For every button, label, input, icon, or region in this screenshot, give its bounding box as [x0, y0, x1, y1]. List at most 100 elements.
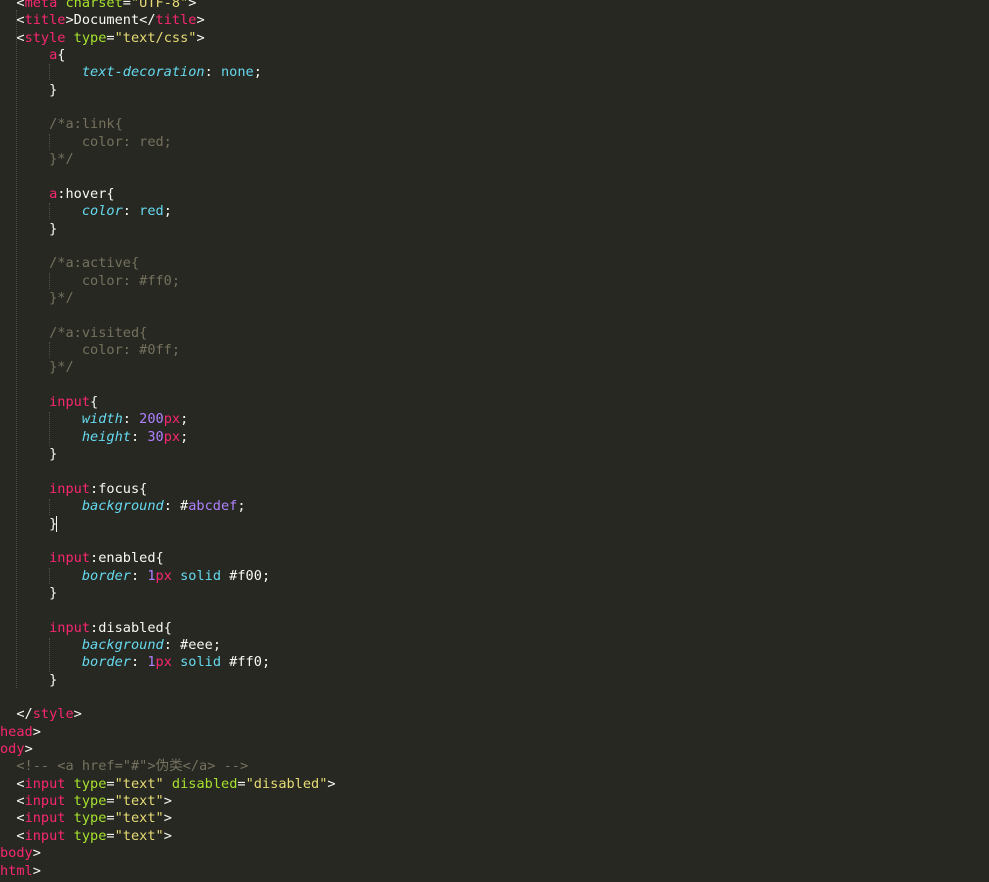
code-token: red: [139, 203, 164, 220]
code-line[interactable]: }: [0, 515, 58, 533]
code-token: =: [106, 29, 115, 46]
code-line[interactable]: <!-- <a href="#">伪类</a> -->: [0, 758, 248, 775]
code-token: "text": [114, 827, 164, 844]
code-line[interactable]: background: #eee;: [0, 637, 221, 654]
code-line[interactable]: }: [0, 672, 57, 689]
code-line[interactable]: <input type="text">: [0, 793, 172, 810]
code-token: ;: [253, 64, 262, 81]
code-token: charset: [65, 0, 123, 11]
code-line[interactable]: input:disabled{: [0, 620, 172, 637]
code-token: =: [106, 793, 115, 810]
code-token: type: [73, 827, 107, 844]
code-line[interactable]: }: [0, 82, 57, 99]
code-token: }: [0, 515, 58, 532]
code-line[interactable]: width: 200px;: [0, 411, 188, 428]
code-token: }: [0, 220, 58, 237]
code-token: :: [204, 64, 221, 81]
code-token: /*a:link{: [0, 116, 123, 133]
code-token: ;: [180, 411, 189, 428]
code-token: title: [155, 12, 197, 29]
code-token: width: [81, 411, 123, 428]
code-line[interactable]: <input type="text">: [0, 810, 172, 827]
code-line[interactable]: a{: [0, 47, 65, 64]
code-line[interactable]: input:focus{: [0, 481, 147, 498]
code-line[interactable]: ody>: [0, 741, 33, 758]
code-token: =: [106, 810, 115, 827]
code-token: f00: [237, 567, 262, 584]
code-token: </: [0, 706, 33, 723]
code-token: =: [106, 775, 115, 792]
code-editor[interactable]: <meta charset="UTF-8"> <title>Document</…: [0, 0, 989, 882]
code-line[interactable]: }: [0, 446, 57, 463]
code-token: px: [163, 411, 181, 428]
code-line[interactable]: head>: [0, 724, 41, 741]
code-token: color: #ff0;: [0, 272, 181, 289]
code-token: >: [32, 723, 41, 740]
code-token: text-decoration: [81, 64, 205, 81]
code-token: border: [81, 654, 131, 671]
code-line[interactable]: }*/: [0, 290, 74, 307]
code-token: <: [0, 775, 25, 792]
code-line[interactable]: text-decoration: none;: [0, 64, 262, 81]
code-token: :: [122, 411, 140, 428]
code-token: <: [0, 0, 25, 11]
code-line[interactable]: color: #0ff;: [0, 342, 180, 359]
code-token: html: [0, 862, 33, 879]
code-line[interactable]: <input type="text" disabled="disabled">: [0, 775, 335, 793]
code-line[interactable]: border: 1px solid #ff0;: [0, 654, 270, 671]
code-token: ody: [0, 741, 25, 758]
code-line[interactable]: background: #abcdef;: [0, 498, 246, 515]
code-line[interactable]: a:hover{: [0, 186, 114, 203]
code-line[interactable]: body>: [0, 845, 41, 862]
code-line[interactable]: </style>: [0, 706, 82, 723]
code-line[interactable]: /*a:active{: [0, 255, 139, 272]
code-token: >: [32, 845, 41, 862]
code-token: :: [122, 203, 140, 220]
code-token: color: [81, 203, 123, 220]
code-token: style: [24, 29, 66, 46]
code-line[interactable]: color: red;: [0, 134, 172, 151]
code-line[interactable]: }*/: [0, 359, 74, 376]
code-token: :: [130, 567, 148, 584]
code-token: #: [221, 567, 238, 584]
code-line[interactable]: <meta charset="UTF-8">: [0, 0, 196, 12]
code-token: <: [0, 827, 25, 844]
code-line[interactable]: /*a:link{: [0, 116, 123, 133]
code-token: ;: [180, 428, 189, 445]
code-token: {: [90, 394, 99, 411]
code-token: input: [49, 480, 91, 497]
code-line[interactable]: height: 30px;: [0, 429, 188, 446]
code-token: input: [24, 810, 66, 827]
code-token: ;: [237, 498, 246, 515]
code-token: : #: [163, 498, 189, 515]
code-token: disabled: [171, 775, 238, 792]
code-line[interactable]: }*/: [0, 151, 74, 168]
code-line[interactable]: }: [0, 585, 57, 602]
code-line[interactable]: <style type="text/css">: [0, 29, 204, 47]
code-line[interactable]: <input type="text">: [0, 828, 172, 845]
code-line[interactable]: html>: [0, 863, 41, 880]
code-line[interactable]: input:enabled{: [0, 550, 164, 567]
code-token: 200: [139, 411, 164, 428]
code-line[interactable]: border: 1px solid #f00;: [0, 568, 270, 585]
code-line[interactable]: }: [0, 221, 57, 238]
code-token: px: [155, 567, 172, 584]
code-token: input: [24, 775, 66, 792]
code-line[interactable]: input{: [0, 394, 98, 411]
code-line[interactable]: <title>Document</title>: [0, 12, 204, 29]
code-line[interactable]: /*a:visited{: [0, 325, 147, 342]
code-token: /*a:visited{: [0, 324, 148, 341]
code-token: ;: [163, 203, 172, 220]
code-line[interactable]: color: #ff0;: [0, 273, 180, 290]
code-line[interactable]: color: red;: [0, 203, 172, 220]
